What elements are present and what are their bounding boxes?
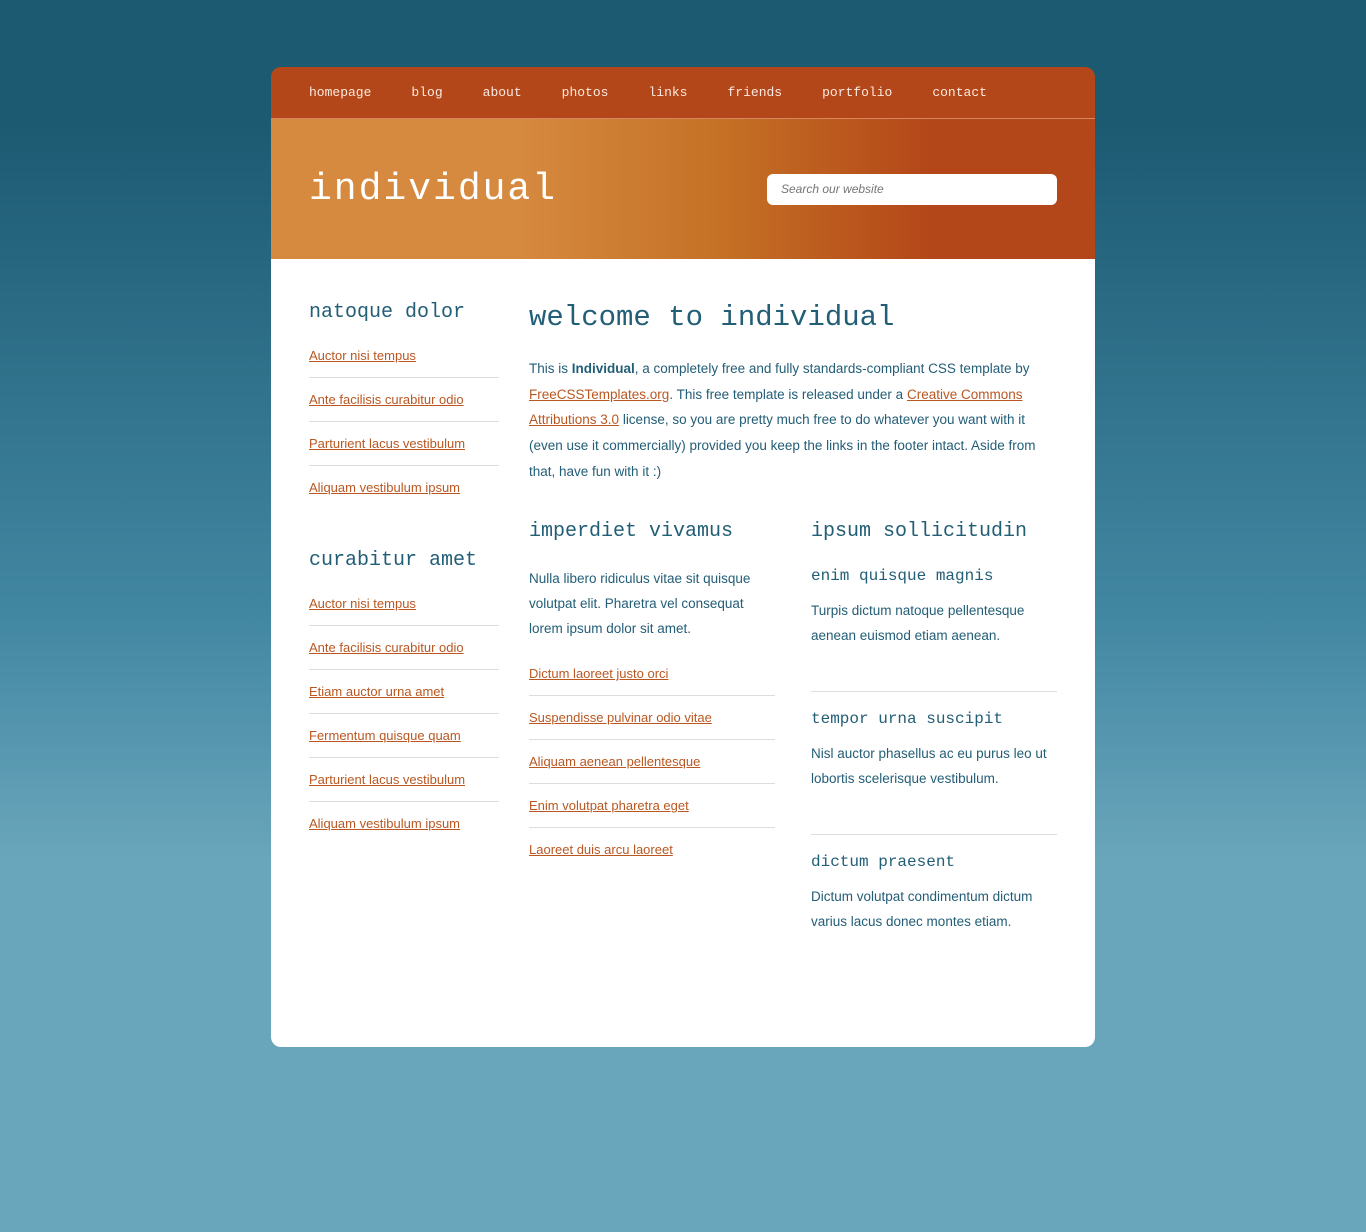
main-nav: homepage blog about photos links friends… <box>271 67 1095 119</box>
block-heading: enim quisque magnis <box>811 567 1057 585</box>
list-item: Parturient lacus vestibulum <box>309 422 499 466</box>
sidebar-link[interactable]: Ante facilisis curabitur odio <box>309 392 464 407</box>
col-link[interactable]: Dictum laoreet justo orci <box>529 666 668 681</box>
list-item: Ante facilisis curabitur odio <box>309 626 499 670</box>
intro-paragraph: This is Individual, a completely free an… <box>529 356 1057 484</box>
sidebar-link[interactable]: Auctor nisi tempus <box>309 348 416 363</box>
sidebar-heading-2: curabitur amet <box>309 549 499 572</box>
sidebar: natoque dolor Auctor nisi tempus Ante fa… <box>309 301 499 977</box>
nav-links[interactable]: links <box>648 85 687 100</box>
list-item: Auctor nisi tempus <box>309 596 499 626</box>
info-block: dictum praesent Dictum volutpat condimen… <box>811 835 1057 977</box>
sidebar-link[interactable]: Parturient lacus vestibulum <box>309 772 465 787</box>
content-area: natoque dolor Auctor nisi tempus Ante fa… <box>271 259 1095 1047</box>
page: homepage blog about photos links friends… <box>271 67 1095 1047</box>
sidebar-link[interactable]: Parturient lacus vestibulum <box>309 436 465 451</box>
intro-text: . This free template is released under a <box>669 387 907 402</box>
block-text: Turpis dictum natoque pellentesque aenea… <box>811 599 1057 649</box>
site-logo: individual <box>309 168 557 211</box>
header-banner: individual <box>271 119 1095 259</box>
block-text: Dictum volutpat condimentum dictum variu… <box>811 885 1057 935</box>
search-input[interactable] <box>767 174 1057 205</box>
nav-about[interactable]: about <box>483 85 522 100</box>
sidebar-link[interactable]: Fermentum quisque quam <box>309 728 461 743</box>
search-form <box>767 174 1057 205</box>
columns: imperdiet vivamus Nulla libero ridiculus… <box>529 520 1057 977</box>
col-link[interactable]: Enim volutpat pharetra eget <box>529 798 689 813</box>
nav-blog[interactable]: blog <box>411 85 442 100</box>
col-text: Nulla libero ridiculus vitae sit quisque… <box>529 567 775 642</box>
list-item: Dictum laoreet justo orci <box>529 666 775 696</box>
col-link[interactable]: Laoreet duis arcu laoreet <box>529 842 673 857</box>
col-link-list: Dictum laoreet justo orci Suspendisse pu… <box>529 666 775 871</box>
intro-text: This is <box>529 361 572 376</box>
sidebar-link[interactable]: Aliquam vestibulum ipsum <box>309 480 460 495</box>
list-item: Auctor nisi tempus <box>309 348 499 378</box>
nav-contact[interactable]: contact <box>932 85 987 100</box>
column-left: imperdiet vivamus Nulla libero ridiculus… <box>529 520 775 977</box>
intro-bold: Individual <box>572 361 635 376</box>
sidebar-link[interactable]: Ante facilisis curabitur odio <box>309 640 464 655</box>
nav-portfolio[interactable]: portfolio <box>822 85 892 100</box>
list-item: Laoreet duis arcu laoreet <box>529 828 775 871</box>
col-heading: ipsum sollicitudin <box>811 520 1057 543</box>
col-link[interactable]: Aliquam aenean pellentesque <box>529 754 700 769</box>
nav-friends[interactable]: friends <box>727 85 782 100</box>
sidebar-list-2: Auctor nisi tempus Ante facilisis curabi… <box>309 596 499 845</box>
sidebar-link[interactable]: Auctor nisi tempus <box>309 596 416 611</box>
intro-link-freecss[interactable]: FreeCSSTemplates.org <box>529 387 669 402</box>
block-heading: dictum praesent <box>811 853 1057 871</box>
col-link[interactable]: Suspendisse pulvinar odio vitae <box>529 710 712 725</box>
info-block: tempor urna suscipit Nisl auctor phasell… <box>811 692 1057 835</box>
nav-photos[interactable]: photos <box>562 85 609 100</box>
col-heading: imperdiet vivamus <box>529 520 775 543</box>
list-item: Ante facilisis curabitur odio <box>309 378 499 422</box>
block-heading: tempor urna suscipit <box>811 710 1057 728</box>
list-item: Etiam auctor urna amet <box>309 670 499 714</box>
column-right: ipsum sollicitudin enim quisque magnis T… <box>811 520 1057 977</box>
sidebar-link[interactable]: Aliquam vestibulum ipsum <box>309 816 460 831</box>
list-item: Aliquam vestibulum ipsum <box>309 466 499 509</box>
list-item: Aliquam vestibulum ipsum <box>309 802 499 845</box>
page-title: welcome to individual <box>529 301 1057 334</box>
list-item: Enim volutpat pharetra eget <box>529 784 775 828</box>
sidebar-list-1: Auctor nisi tempus Ante facilisis curabi… <box>309 348 499 509</box>
list-item: Fermentum quisque quam <box>309 714 499 758</box>
sidebar-link[interactable]: Etiam auctor urna amet <box>309 684 444 699</box>
info-block: enim quisque magnis Turpis dictum natoqu… <box>811 567 1057 692</box>
sidebar-heading-1: natoque dolor <box>309 301 499 324</box>
nav-homepage[interactable]: homepage <box>309 85 371 100</box>
main-content: welcome to individual This is Individual… <box>529 301 1057 977</box>
list-item: Suspendisse pulvinar odio vitae <box>529 696 775 740</box>
block-text: Nisl auctor phasellus ac eu purus leo ut… <box>811 742 1057 792</box>
list-item: Parturient lacus vestibulum <box>309 758 499 802</box>
intro-text: , a completely free and fully standards-… <box>635 361 1030 376</box>
list-item: Aliquam aenean pellentesque <box>529 740 775 784</box>
